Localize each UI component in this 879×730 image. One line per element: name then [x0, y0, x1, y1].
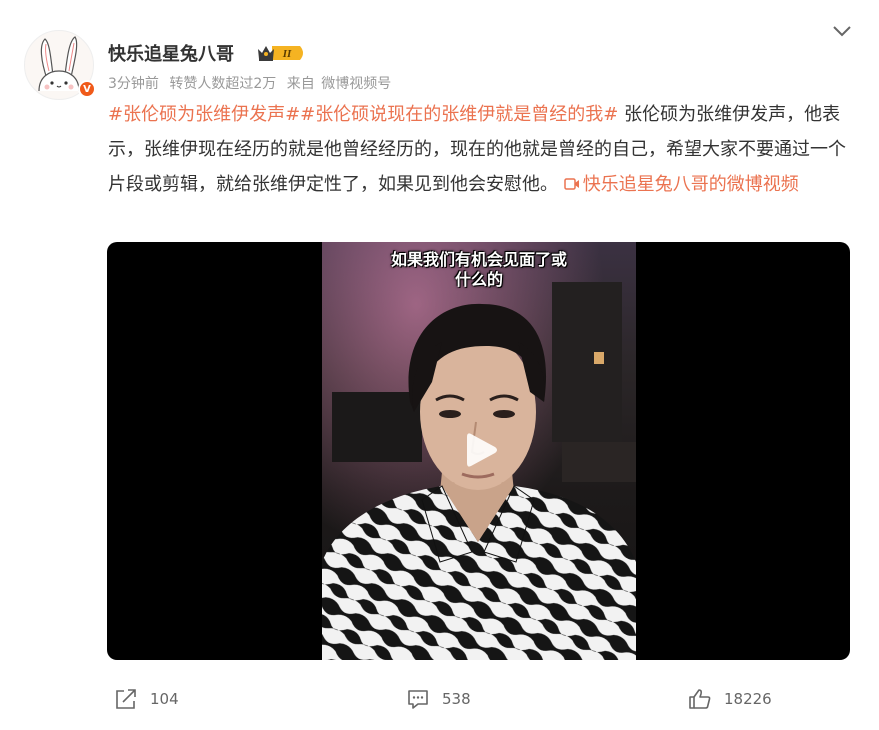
post-time[interactable]: 3分钟前	[108, 76, 159, 92]
video-caption-line-2: 什么的	[454, 270, 503, 289]
share-icon	[116, 689, 136, 709]
vip-level-label: II	[282, 48, 292, 60]
author-name[interactable]: 快乐追星兔八哥	[108, 40, 234, 66]
like-count: 18226	[724, 690, 772, 708]
video-player[interactable]: 如果我们有机会见面了或 什么的	[107, 242, 850, 660]
share-button[interactable]: 104	[114, 688, 179, 710]
comment-icon	[408, 690, 428, 709]
crown-vip-badge-icon[interactable]: II	[256, 42, 308, 64]
avatar[interactable]: V	[24, 30, 96, 100]
chevron-down-icon[interactable]	[832, 24, 852, 38]
video-source-link[interactable]: 快乐追星兔八哥的微博视频	[563, 174, 799, 195]
topic-link-2[interactable]: #张伦硕说现在的张维伊就是曾经的我#	[300, 104, 618, 125]
play-icon[interactable]	[459, 428, 503, 472]
post-meta: 3分钟前 转赞人数超过2万 来自 微博视频号	[108, 73, 397, 93]
weibo-post-card: V 快乐追星兔八哥 II 3分钟前 转赞人数超过2万 来自 微博视频号 #张伦硕…	[0, 0, 879, 730]
source-prefix: 来自	[286, 76, 315, 92]
video-link-icon	[563, 178, 579, 190]
repost-info: 转赞人数超过2万	[169, 76, 277, 92]
thumbs-up-icon	[689, 689, 711, 709]
verified-badge-label: V	[83, 83, 91, 95]
source-app[interactable]: 微博视频号	[321, 76, 391, 92]
video-source-label: 快乐追星兔八哥的微博视频	[582, 174, 799, 195]
video-caption: 如果我们有机会见面了或 什么的	[322, 250, 636, 290]
verified-badge-icon: V	[78, 80, 96, 98]
share-count: 104	[150, 690, 179, 708]
video-caption-line-1: 如果我们有机会见面了或	[390, 250, 567, 269]
comment-button[interactable]: 538	[406, 688, 471, 710]
topic-link-1[interactable]: #张伦硕为张维伊发声#	[108, 104, 300, 125]
post-text: #张伦硕为张维伊发声##张伦硕说现在的张维伊就是曾经的我# 张伦硕为张维伊发声，…	[108, 97, 853, 202]
comment-count: 538	[442, 690, 471, 708]
like-button[interactable]: 18226	[688, 688, 772, 710]
